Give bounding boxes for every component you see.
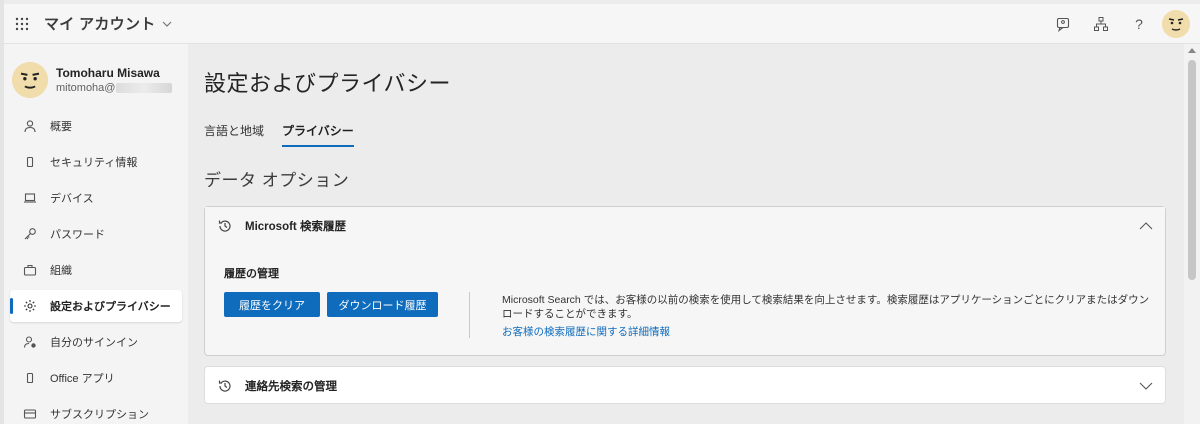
sidebar-item-label: セキュリティ情報	[50, 157, 138, 169]
sidebar-item-label: Office アプリ	[50, 373, 115, 385]
sidebar-item-settings-privacy[interactable]: 設定およびプライバシー	[10, 290, 182, 322]
chevron-down-icon[interactable]	[1139, 379, 1153, 393]
phone-icon	[20, 371, 40, 385]
history-icon	[205, 218, 245, 234]
card-title: Microsoft 検索履歴	[245, 220, 346, 233]
tab-bar: 言語と地域 プライバシー	[204, 122, 372, 147]
sidebar-item-label: 設定およびプライバシー	[50, 301, 171, 313]
feedback-icon[interactable]	[1044, 4, 1082, 44]
chevron-down-icon[interactable]	[162, 18, 172, 30]
sidebar-item-password[interactable]: パスワード	[10, 218, 182, 250]
org-icon[interactable]	[1082, 4, 1120, 44]
profile-name: Tomoharu Misawa	[56, 66, 160, 80]
learn-more-link[interactable]: お客様の検索履歴に関する詳細情報	[502, 324, 670, 339]
redacted-block	[116, 83, 173, 93]
sidebar-item-label: 組織	[50, 265, 72, 277]
download-history-button[interactable]: ダウンロード履歴	[327, 292, 438, 317]
sidebar-item-label: デバイス	[50, 193, 94, 205]
card-description: Microsoft Search では、お客様の以前の検索を使用して検索結果を向…	[502, 294, 1150, 320]
scrollbar-thumb[interactable]	[1188, 60, 1196, 280]
clear-history-button[interactable]: 履歴をクリア	[224, 292, 320, 317]
waffle-icon[interactable]	[4, 4, 40, 44]
scroll-up-arrow-icon[interactable]	[1188, 48, 1196, 53]
app-title[interactable]: マイ アカウント	[44, 13, 156, 34]
sidebar-item-label: サブスクリプション	[50, 409, 149, 421]
chevron-up-icon[interactable]	[1139, 219, 1153, 233]
phone-icon	[20, 155, 40, 169]
sidebar: Tomoharu Misawa mitomoha@ 概要 セキュリティ情報 デバ…	[4, 44, 188, 424]
top-bar: マイ アカウント ?	[4, 4, 1200, 44]
sidebar-item-label: パスワード	[50, 229, 105, 241]
laptop-icon	[20, 191, 40, 205]
main-content: 設定およびプライバシー 言語と地域 プライバシー データ オプション Micro…	[188, 44, 1184, 424]
contact-search-card-header[interactable]: 連絡先検索の管理	[205, 367, 1165, 405]
page-title: 設定およびプライバシー	[204, 71, 452, 96]
avatar	[12, 62, 48, 98]
gear-icon	[20, 299, 40, 313]
sidebar-item-security-info[interactable]: セキュリティ情報	[10, 146, 182, 178]
divider	[469, 292, 470, 338]
profile-header: Tomoharu Misawa mitomoha@	[12, 62, 173, 98]
profile-email-text: mitomoha@	[56, 82, 116, 94]
history-management-label: 履歴の管理	[224, 268, 279, 280]
help-icon[interactable]: ?	[1120, 4, 1158, 44]
search-history-card: Microsoft 検索履歴 履歴の管理 履歴をクリア ダウンロード履歴 Mic…	[204, 206, 1166, 356]
card-icon	[20, 407, 40, 421]
avatar[interactable]	[1162, 10, 1190, 38]
sidebar-nav: 概要 セキュリティ情報 デバイス パスワード 組織 設定およびプライバシー 自分…	[10, 110, 182, 424]
sidebar-item-subscriptions[interactable]: サブスクリプション	[10, 398, 182, 424]
sidebar-item-my-signins[interactable]: 自分のサインイン	[10, 326, 182, 358]
sidebar-item-organizations[interactable]: 組織	[10, 254, 182, 286]
profile-email: mitomoha@	[56, 82, 173, 94]
sidebar-item-label: 概要	[50, 121, 72, 133]
person-signin-icon	[20, 335, 40, 349]
key-icon	[20, 227, 40, 241]
briefcase-icon	[20, 263, 40, 277]
tab-language-region[interactable]: 言語と地域	[204, 122, 264, 147]
person-icon	[20, 119, 40, 133]
tab-privacy[interactable]: プライバシー	[282, 122, 354, 147]
history-icon	[205, 378, 245, 394]
card-title: 連絡先検索の管理	[245, 381, 337, 393]
sidebar-item-overview[interactable]: 概要	[10, 110, 182, 142]
sidebar-item-label: 自分のサインイン	[50, 337, 138, 349]
topbar-actions: ?	[1044, 4, 1192, 44]
vertical-scrollbar[interactable]	[1184, 44, 1200, 424]
search-history-card-header[interactable]: Microsoft 検索履歴	[205, 207, 1165, 245]
sidebar-item-office-apps[interactable]: Office アプリ	[10, 362, 182, 394]
sidebar-item-devices[interactable]: デバイス	[10, 182, 182, 214]
contact-search-card[interactable]: 連絡先検索の管理	[204, 366, 1166, 404]
section-title: データ オプション	[204, 171, 350, 190]
